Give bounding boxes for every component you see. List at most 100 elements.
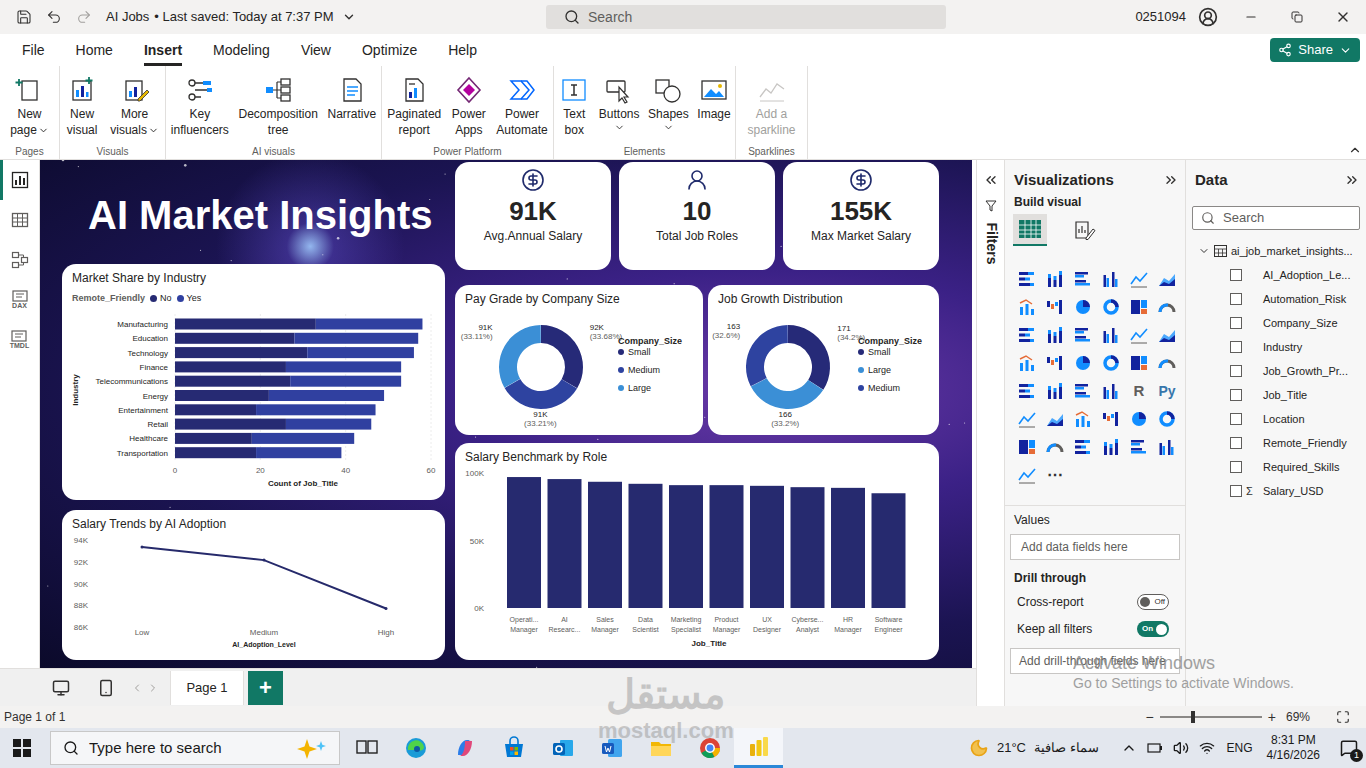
visual-type-icon[interactable] xyxy=(1073,325,1093,345)
menu-tab[interactable]: Modeling xyxy=(213,34,270,66)
visual-type-icon[interactable] xyxy=(1129,353,1149,373)
page-tab[interactable]: Page 1 xyxy=(170,671,244,705)
build-tab[interactable] xyxy=(1067,214,1101,246)
visual-type-icon[interactable] xyxy=(1157,409,1177,429)
zoom-thumb[interactable] xyxy=(1191,711,1195,723)
expand-filters-icon[interactable] xyxy=(983,172,999,188)
field-checkbox[interactable] xyxy=(1230,413,1242,425)
zoom-out-button[interactable]: − xyxy=(1146,707,1154,728)
toggle-switch[interactable]: Off xyxy=(1137,594,1169,610)
visual-type-icon[interactable] xyxy=(1045,409,1065,429)
collapse-icon[interactable] xyxy=(1163,172,1179,188)
ribbon-button[interactable]: Narrative xyxy=(327,66,376,145)
taskbar-app[interactable] xyxy=(440,728,489,768)
ribbon-button[interactable]: Textbox xyxy=(558,66,590,145)
taskbar-app-icon[interactable] xyxy=(697,735,723,761)
weather-widget[interactable]: 21°Cسماء صافية xyxy=(969,738,1099,758)
next-page-icon[interactable] xyxy=(147,682,159,694)
taskbar-app-icon[interactable] xyxy=(501,735,527,761)
clock[interactable]: 8:31 PM4/16/2026 xyxy=(1267,733,1320,763)
title-menu-icon[interactable] xyxy=(342,10,356,24)
rail-item[interactable] xyxy=(0,200,39,240)
collapse-icon[interactable] xyxy=(1344,172,1360,188)
visual-type-icon[interactable] xyxy=(1129,437,1149,457)
taskbar-app[interactable] xyxy=(734,728,783,768)
field-checkbox[interactable] xyxy=(1230,293,1242,305)
undo-icon[interactable] xyxy=(46,9,62,25)
desktop-layout-icon[interactable] xyxy=(52,679,70,697)
rail-item[interactable] xyxy=(0,160,39,200)
user-icon[interactable] xyxy=(1198,7,1218,27)
taskbar-app-icon[interactable] xyxy=(648,735,674,761)
ribbon-button[interactable]: PowerAutomate xyxy=(496,66,547,145)
ribbon-button[interactable]: Paginatedreport xyxy=(387,66,441,145)
visual-type-icon[interactable] xyxy=(1157,297,1177,317)
start-button[interactable] xyxy=(0,728,44,768)
menu-tab[interactable]: Home xyxy=(76,34,113,66)
taskbar-app-icon[interactable] xyxy=(452,735,478,761)
field-checkbox[interactable] xyxy=(1230,389,1242,401)
taskbar-search[interactable]: Type here to search xyxy=(50,731,340,765)
save-icon[interactable] xyxy=(16,9,32,25)
visual-type-icon[interactable] xyxy=(1045,269,1065,289)
dax-view-icon[interactable]: DAX xyxy=(12,290,28,310)
visual-type-icon[interactable] xyxy=(1157,325,1177,345)
visual-type-icon[interactable] xyxy=(1129,269,1149,289)
field-checkbox[interactable] xyxy=(1230,317,1242,329)
taskbar-app-icon[interactable] xyxy=(354,735,380,761)
taskbar-app[interactable] xyxy=(391,728,440,768)
visual-type-icon[interactable] xyxy=(1101,409,1121,429)
taskbar-app[interactable] xyxy=(636,728,685,768)
rail-item[interactable]: DAX xyxy=(0,280,39,320)
visual-type-icon[interactable] xyxy=(1045,381,1065,401)
visual-type-icon[interactable] xyxy=(1129,297,1149,317)
visual-type-icon[interactable] xyxy=(1017,297,1037,317)
menu-tab[interactable]: File xyxy=(22,34,45,66)
taskbar-app[interactable] xyxy=(489,728,538,768)
global-search[interactable]: Search xyxy=(546,5,946,29)
field-row[interactable]: ΣSalary_USD xyxy=(1186,479,1366,503)
field-row[interactable]: Company_Size xyxy=(1186,311,1366,335)
visual-type-icon[interactable] xyxy=(1101,437,1121,457)
visual-type-icon[interactable] xyxy=(1073,353,1093,373)
report-view-icon[interactable] xyxy=(11,171,29,189)
visual-type-icon[interactable] xyxy=(1101,381,1121,401)
menu-tab[interactable]: Optimize xyxy=(362,34,417,66)
more-visuals-button[interactable]: ⋯ xyxy=(1047,463,1063,487)
visual-type-icon[interactable] xyxy=(1045,353,1065,373)
ribbon-button[interactable]: Image xyxy=(697,66,730,145)
visual-type-icon[interactable] xyxy=(1045,437,1065,457)
ribbon-button[interactable]: Keyinfluencers xyxy=(171,66,229,145)
taskbar-app[interactable] xyxy=(587,728,636,768)
build-tab[interactable] xyxy=(1013,214,1047,246)
field-row[interactable]: Location xyxy=(1186,407,1366,431)
menu-tab[interactable]: View xyxy=(301,34,331,66)
model-view-icon[interactable] xyxy=(11,251,29,269)
visual-type-icon[interactable] xyxy=(1157,353,1177,373)
visual-type-icon[interactable] xyxy=(1073,269,1093,289)
zoom-in-button[interactable]: + xyxy=(1268,707,1276,728)
tmdl-view-icon[interactable]: TMDL xyxy=(10,330,29,350)
ribbon-button[interactable]: PowerApps xyxy=(452,66,486,145)
menu-tab[interactable]: Help xyxy=(448,34,477,66)
share-button[interactable]: Share xyxy=(1270,38,1360,62)
visual-type-icon[interactable] xyxy=(1017,381,1037,401)
field-checkbox[interactable] xyxy=(1230,485,1242,497)
taskbar-app-icon[interactable] xyxy=(550,735,576,761)
visual-type-icon[interactable] xyxy=(1017,437,1037,457)
visual-type-icon[interactable] xyxy=(1101,325,1121,345)
rail-item[interactable] xyxy=(0,240,39,280)
visual-type-icon[interactable] xyxy=(1101,297,1121,317)
visual-type-icon[interactable] xyxy=(1045,297,1065,317)
restore-button[interactable] xyxy=(1274,0,1320,34)
taskbar-app-icon[interactable] xyxy=(403,735,429,761)
visual-type-icon[interactable] xyxy=(1157,269,1177,289)
ribbon-button[interactable]: Buttons xyxy=(599,66,640,145)
ribbon-button[interactable]: Newvisual xyxy=(66,66,98,145)
volume-icon[interactable] xyxy=(1173,740,1189,756)
fit-to-page-icon[interactable] xyxy=(1336,710,1350,724)
visual-type-icon[interactable]: Py xyxy=(1158,381,1175,402)
taskbar-app-icon[interactable] xyxy=(746,734,772,760)
menu-tab[interactable]: Insert xyxy=(144,34,182,66)
wifi-icon[interactable] xyxy=(1199,740,1215,756)
